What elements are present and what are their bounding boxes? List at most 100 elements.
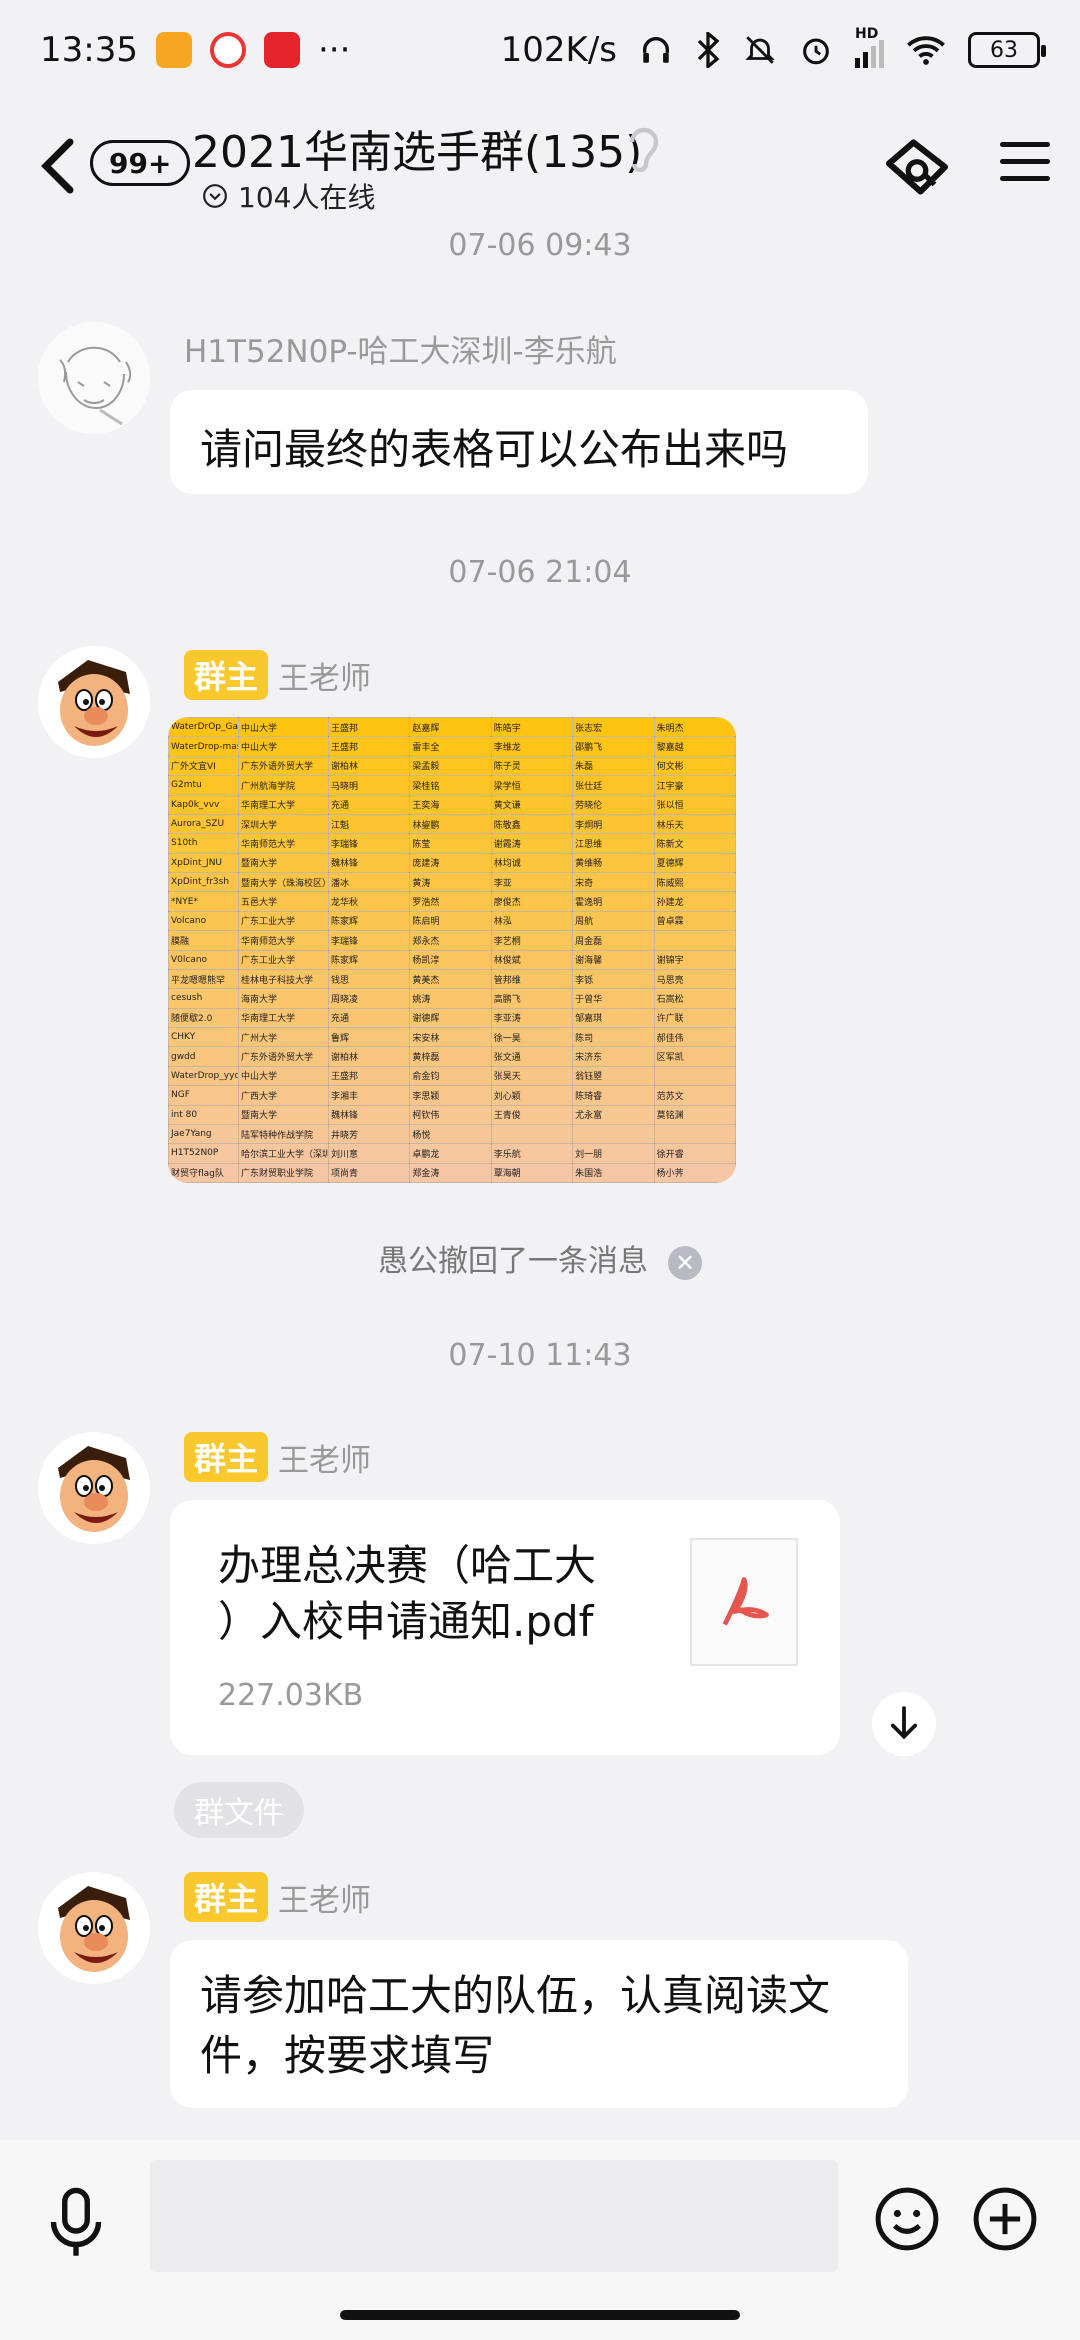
back-arrow-icon[interactable] (38, 136, 78, 196)
table-row: S10th 华南师范大学 李瑞锋 陈莹 谢霞涛 江思维 陈新文 (168, 833, 736, 854)
table-cell: Volcano (168, 910, 239, 932)
table-cell: 林泓 (490, 910, 574, 932)
table-row: WaterDrop-master中山大学王盛邦雷丰全李维龙邵鹏飞黎嘉越 (168, 736, 736, 757)
table-cell: 陈新文 (653, 833, 736, 854)
table-row: Volcano 广东工业大学 陈家辉 陈启明 林泓 周航 曾卓霖 (168, 910, 736, 932)
bluetooth-icon (697, 32, 720, 68)
table-row: H1T52N0P哈尔滨工业大学（深圳）刘川意卓鹏龙李乐航刘一朋徐开睿 (168, 1143, 736, 1164)
timestamp: 07-10 11:43 (448, 1338, 632, 1373)
table-cell: 徐开睿 (653, 1143, 736, 1164)
cartoon-avatar-icon (38, 1872, 150, 1984)
table-cell: 邹嘉琪 (572, 1007, 655, 1029)
table-cell: 周金磊 (572, 930, 655, 951)
table-cell: 谢海馨 (572, 949, 655, 970)
status-time: 13:35 (40, 30, 138, 70)
table-cell (653, 1123, 736, 1145)
message-bubble[interactable]: 请问最终的表格可以公布出来吗 (170, 390, 868, 494)
table-cell: 广东工业大学 (238, 949, 329, 970)
menu-icon[interactable] (1000, 142, 1050, 192)
table-cell: 庞建涛 (409, 852, 492, 874)
download-icon[interactable] (872, 1692, 936, 1756)
table-cell: 区军凯 (653, 1046, 736, 1067)
table-cell: WaterDrop_yyds (168, 1065, 239, 1087)
sender-name[interactable]: H1T52N0P-哈工大深圳-李乐航 (184, 326, 617, 371)
message-input[interactable] (150, 2160, 838, 2272)
table-cell: 石嵩松 (653, 988, 736, 1009)
table-cell: 谢霞涛 (490, 833, 574, 854)
table-cell: 高鹏飞 (490, 988, 574, 1009)
avatar[interactable] (38, 646, 150, 758)
table-cell: 林鋆鹏 (409, 813, 492, 835)
table-cell: 曾卓霖 (653, 910, 736, 932)
table-row: Aurora_SZU 深圳大学 江魁 林鋆鹏 陈敬鑫 李炯明 林乐天 (168, 813, 736, 835)
table-cell: 陈琦睿 (572, 1085, 655, 1106)
signal-hd-label: HD (855, 26, 879, 42)
table-cell: 广西大学 (238, 1085, 329, 1106)
table-cell: 华南师范大学 (238, 833, 329, 854)
message-text: 请问最终的表格可以公布出来吗 (200, 425, 789, 474)
table-cell: 马思亮 (653, 968, 736, 990)
table-cell: 徐一昊 (490, 1026, 574, 1048)
table-row: int 80 暨南大学 魏林锋 柯钦伟 王青俊 尤永富 莫铭渊 (168, 1104, 736, 1125)
table-cell: 黄美杰 (409, 968, 492, 990)
cartoon-avatar-icon (38, 1432, 150, 1544)
table-cell: 广东工业大学 (238, 910, 329, 932)
table-cell: 王青俊 (490, 1104, 574, 1125)
table-cell: 朱明杰 (653, 717, 736, 738)
online-status[interactable]: 104人在线 (202, 176, 375, 216)
table-cell: 王奕海 (409, 794, 492, 815)
table-cell: 李思颖 (409, 1085, 492, 1106)
sender-name[interactable]: 王老师 (278, 1875, 371, 1920)
table-cell: 暨南大学 (238, 852, 329, 874)
table-cell: 暨南大学（珠海校区） (238, 871, 329, 893)
image-message[interactable]: WaterDrOp_Gaming中山大学王盛邦赵嘉辉陈皓宇张志宏朱明杰Water… (168, 717, 736, 1183)
sender-name[interactable]: 王老师 (278, 1435, 371, 1480)
sender-name[interactable]: 王老师 (278, 653, 371, 698)
table-cell: 陈皓宇 (490, 717, 574, 738)
message-bubble[interactable]: 请参加哈工大的队伍，认真阅读文 件，按要求填写 (170, 1940, 908, 2108)
table-cell: 赵嘉辉 (409, 717, 492, 738)
avatar[interactable] (38, 322, 150, 434)
avatar[interactable] (38, 1872, 150, 1984)
ear-icon[interactable] (622, 122, 662, 178)
table-cell: 暨南大学 (238, 1104, 329, 1125)
table-cell: 谢柏林 (327, 755, 411, 777)
table-cell: 江思维 (572, 833, 655, 854)
group-file-chip[interactable]: 群文件 (174, 1782, 304, 1838)
table-cell: 张昊天 (490, 1065, 574, 1087)
table-cell: 翁钰曌 (572, 1065, 655, 1087)
close-icon[interactable]: ✕ (668, 1245, 702, 1280)
table-cell: 李铄 (572, 968, 655, 990)
table-cell: 卓鹏龙 (409, 1143, 492, 1164)
table-cell: 中山大学 (238, 736, 329, 757)
unread-count-badge[interactable]: 99+ (90, 140, 191, 186)
avatar[interactable] (38, 1432, 150, 1544)
table-cell: H1T52N0P (168, 1143, 239, 1164)
table-cell: 江宇豪 (653, 775, 736, 796)
group-mask-icon[interactable] (882, 132, 952, 202)
table-cell: 广东外语外贸大学 (238, 1046, 329, 1067)
group-title[interactable]: 2021华南选手群(135) (192, 116, 642, 180)
table-cell: 华南理工大学 (238, 794, 329, 815)
home-indicator[interactable] (340, 2310, 740, 2320)
table-cell: 郑永杰 (409, 930, 492, 951)
table-cell: 陈家辉 (327, 910, 411, 932)
table-cell: 王盛邦 (327, 1065, 411, 1087)
table-row: Jae7Yang 陆军特种作战学院 井晓芳 杨悦 (168, 1123, 736, 1145)
plus-icon[interactable] (972, 2186, 1038, 2252)
microphone-icon[interactable] (48, 2186, 104, 2258)
file-message[interactable]: 办理总决赛（哈工大 ）入校申请通知.pdf 227.03KB (170, 1500, 840, 1755)
table-cell: CHKY (168, 1026, 239, 1048)
table-cell: 林乐天 (653, 813, 736, 835)
message-text: 件，按要求填写 (200, 2031, 495, 2080)
emoji-icon[interactable] (874, 2186, 940, 2252)
table-cell: 广东外语外贸大学 (238, 755, 329, 777)
file-name-line: 办理总决赛（哈工大 (218, 1541, 597, 1590)
sender-row: 群主 王老师 (184, 650, 371, 700)
table-cell: 陈威熙 (653, 871, 736, 893)
table-cell: 魏林锋 (327, 1104, 411, 1125)
table-row: G2mtu 广州航海学院 马晓明 梁桂铭 梁学恒 张仕廷 江宇豪 (168, 775, 736, 796)
table-cell: 俞金钧 (409, 1065, 492, 1087)
table-cell: 张以恒 (653, 794, 736, 815)
sender-row: 群主 王老师 (184, 1432, 371, 1482)
